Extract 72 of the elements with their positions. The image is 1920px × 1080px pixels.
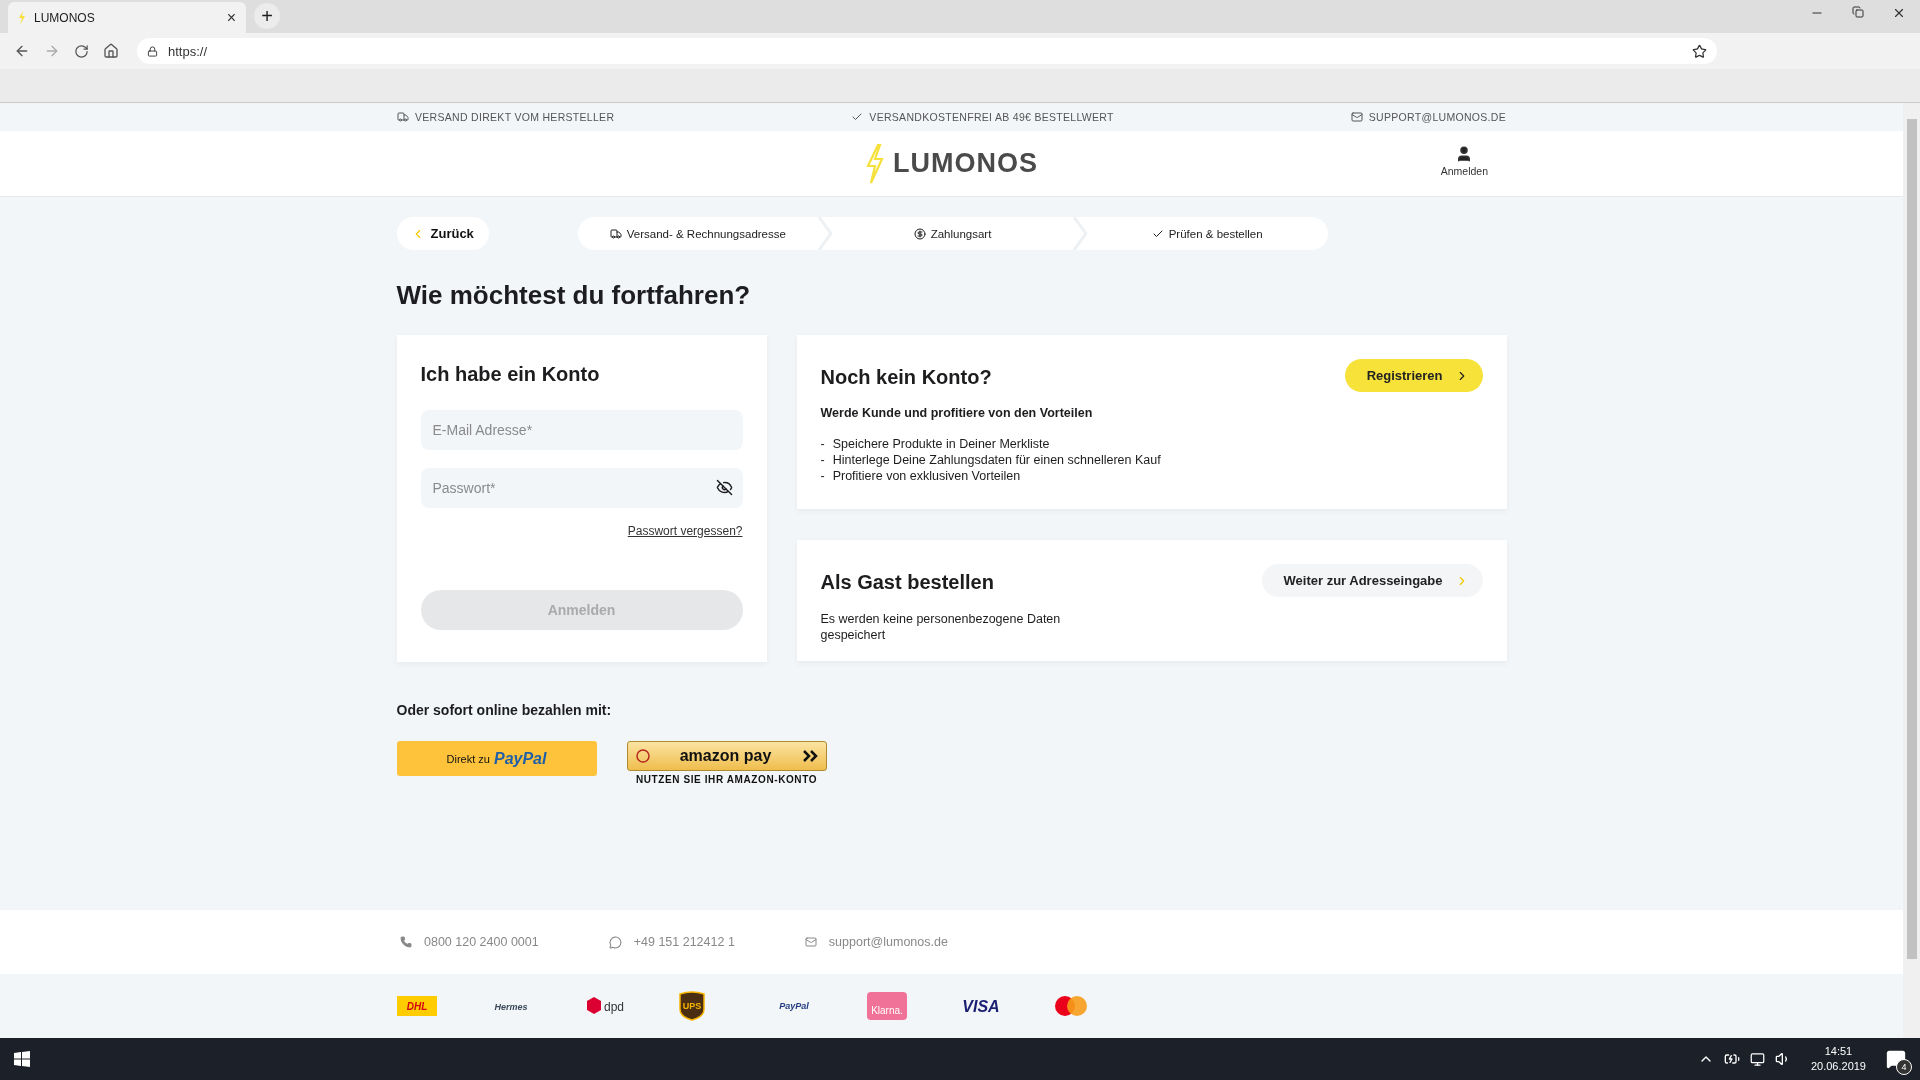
paypal-button[interactable]: Direkt zu PayPal <box>396 741 597 776</box>
clock[interactable]: 14:51 20.06.2019 <box>1810 1044 1866 1074</box>
guest-continue-button[interactable]: Weiter zur Adresseingabe <box>1261 564 1483 597</box>
checkout-step: Zahlungsart <box>930 227 992 240</box>
card-title: Als Gast bestellen <box>820 571 994 594</box>
truck-icon <box>397 111 409 123</box>
bolt-logo-icon <box>865 143 885 184</box>
browser-tab[interactable]: LUMONOS × <box>8 2 246 33</box>
tab-title: LUMONOS <box>34 10 96 25</box>
benefit-text: Profitiere von exklusiven Vorteilen <box>832 468 1021 484</box>
network-icon[interactable] <box>1749 1051 1765 1067</box>
usp-text: VERSANDKOSTENFREI AB 49€ BESTELLWERT <box>869 111 1114 123</box>
amazon-caption: NUTZEN SIE IHR AMAZON-KONTO <box>635 774 818 785</box>
benefit-text: Hinterlege Deine Zahlungsdaten für einen schnelleren Kauf <box>832 452 1161 468</box>
home-icon[interactable] <box>103 43 119 59</box>
contact-text: 0800 120 2400 0001 <box>424 935 539 949</box>
card-title: Ich habe ein Konto <box>420 363 601 386</box>
mail-icon <box>804 936 817 948</box>
account-link[interactable]: Anmelden <box>1440 145 1488 177</box>
url-text: https:// <box>168 43 209 59</box>
scrollbar[interactable] <box>1903 103 1920 1038</box>
dash-marker: - <box>820 436 825 452</box>
checkout-step: Versand- & Rechnungsadresse <box>626 227 786 240</box>
page-heading: Wie möchtest du fortfahren? <box>396 280 752 311</box>
bookmark-star-icon[interactable] <box>1692 43 1707 59</box>
contact-text: +49 151 212412 1 <box>633 935 735 949</box>
notification-count: 4 <box>1896 1059 1912 1075</box>
paypal-logo: PayPal <box>773 999 815 1013</box>
mastercard-logo <box>1055 996 1087 1016</box>
register-button[interactable]: Registrieren <box>1344 359 1483 392</box>
currency-circle-icon <box>635 749 650 763</box>
mail-icon <box>1350 111 1363 123</box>
password-field[interactable]: Passwort* <box>420 468 743 508</box>
tab-close-button[interactable]: × <box>226 8 236 27</box>
guest-info-text: Es werden keine personenbezogene Daten gespeichert <box>820 611 1062 643</box>
visa-logo: VISA <box>961 998 1001 1014</box>
forgot-password-link[interactable]: Passwort vergessen? <box>420 524 743 538</box>
address-bar[interactable]: https:// <box>137 38 1717 64</box>
double-chevron-icon <box>801 750 818 762</box>
card-subtitle: Werde Kunde und profitiere von den Vorteilen <box>820 406 1094 420</box>
ups-logo: UPS <box>679 991 705 1021</box>
section-title: Oder sofort online bezahlen mit: <box>396 702 613 718</box>
chat-bubble-icon <box>608 935 622 949</box>
back-button[interactable]: Zurück <box>396 217 489 250</box>
checkout-step: Prüfen & bestellen <box>1168 227 1263 240</box>
card-title: Noch kein Konto? <box>820 366 992 389</box>
restore-icon[interactable] <box>1852 6 1864 18</box>
hermes-logo: Hermes <box>491 999 531 1013</box>
klarna-logo: Klarna. <box>867 992 907 1020</box>
phone-icon <box>400 936 412 948</box>
truck-icon <box>609 227 622 240</box>
contact-text: support@lumonos.de <box>828 935 948 949</box>
close-icon[interactable] <box>1892 6 1906 20</box>
dhl-logo: DHL <box>397 996 437 1016</box>
new-tab-button[interactable]: + <box>254 3 280 29</box>
battery-icon[interactable] <box>1723 1051 1740 1067</box>
benefit-text: Speichere Produkte in Deiner Merkliste <box>832 436 1050 452</box>
dpd-logo: dpd <box>585 996 627 1016</box>
eye-off-icon[interactable] <box>715 479 733 496</box>
usp-text: SUPPORT@LUMONOS.DE <box>1368 111 1506 123</box>
reload-icon[interactable] <box>74 43 89 59</box>
lock-icon <box>147 45 158 57</box>
windows-start-icon[interactable] <box>14 1051 30 1067</box>
check-icon <box>851 111 864 123</box>
email-field[interactable]: E-Mail Adresse* <box>420 410 743 450</box>
usp-text: VERSAND DIREKT VOM HERSTELLER <box>415 111 615 123</box>
brand-logo-text: LUMONOS <box>893 148 1038 179</box>
dash-marker: - <box>820 452 825 468</box>
coin-icon <box>913 227 926 240</box>
bolt-icon <box>18 10 26 25</box>
amazon-pay-button[interactable]: amazon pay <box>626 741 827 771</box>
dash-marker: - <box>820 468 825 484</box>
